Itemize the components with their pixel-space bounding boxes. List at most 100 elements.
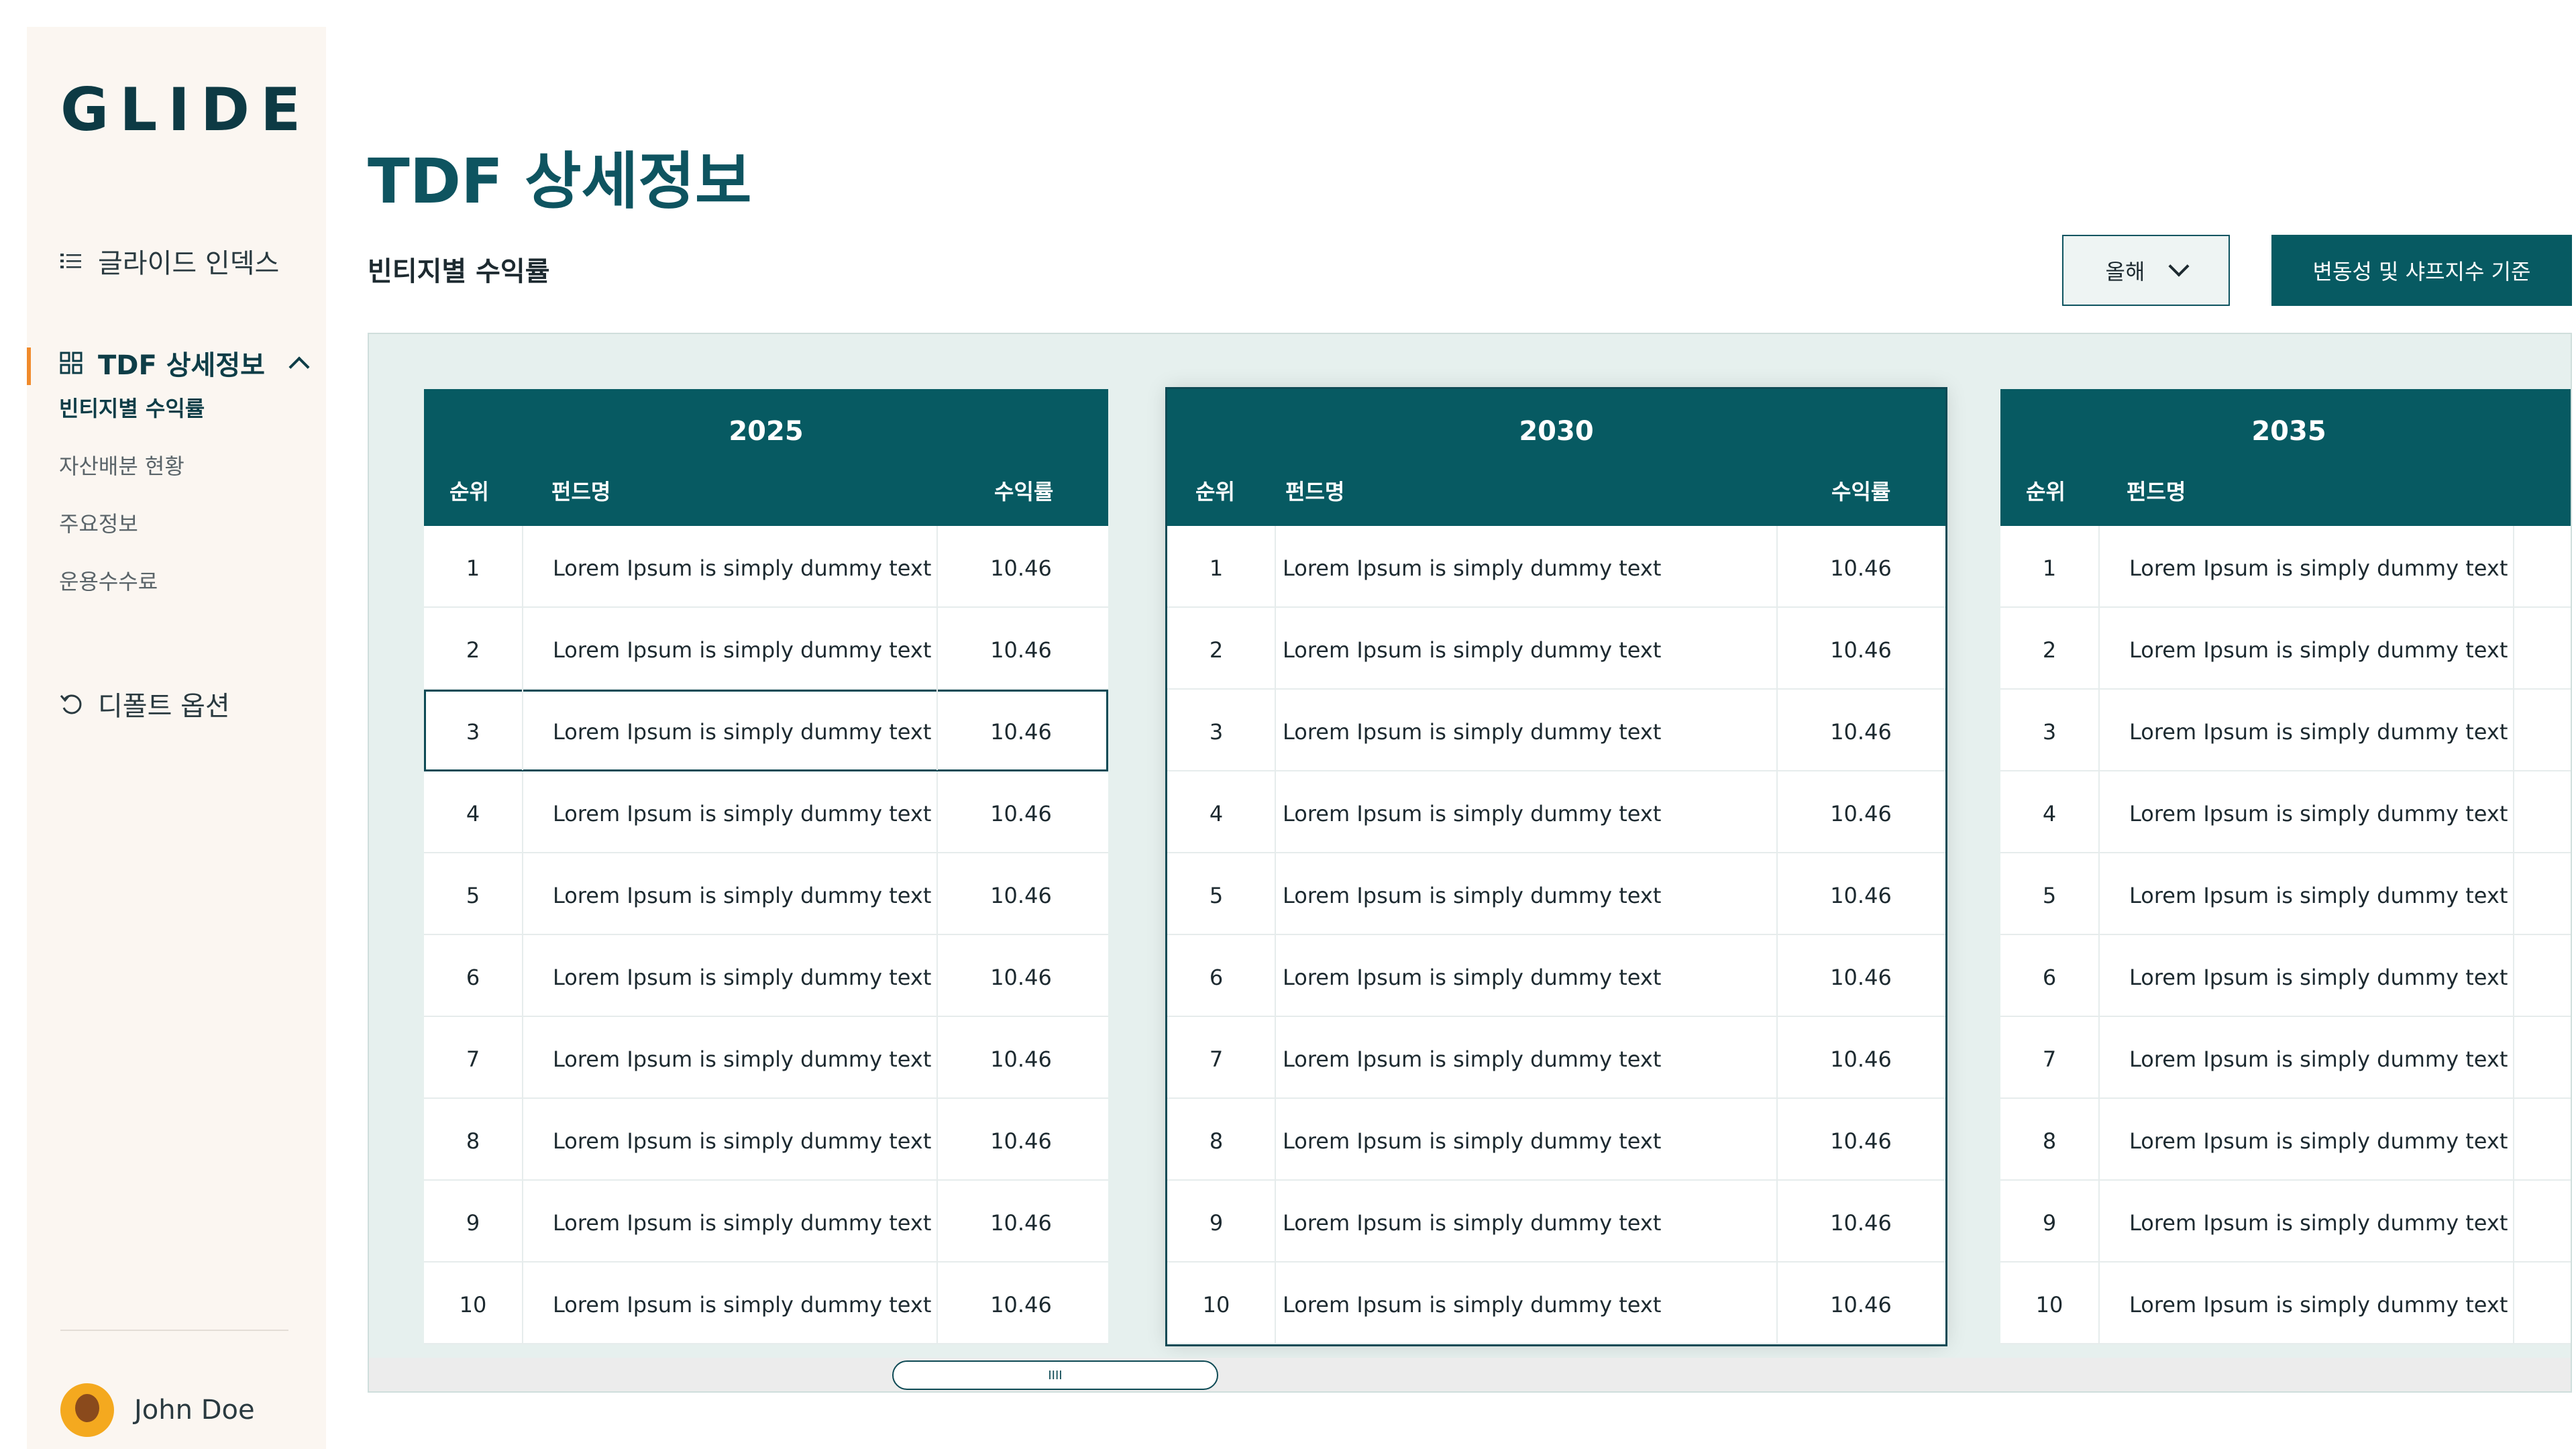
fund-name-cell[interactable]: Lorem Ipsum is simply dummy text — [1283, 965, 1661, 990]
fund-name-cell[interactable]: Lorem Ipsum is simply dummy text — [2129, 637, 2508, 663]
fund-name-cell[interactable]: Lorem Ipsum is simply dummy text — [553, 1210, 931, 1236]
fund-name-cell[interactable]: Lorem Ipsum is simply dummy text — [553, 555, 931, 581]
nav-item-tdf-detail[interactable]: TDF 상세정보 — [59, 343, 310, 382]
return-cell: 10.46 — [1830, 965, 1892, 990]
fund-name-cell[interactable]: Lorem Ipsum is simply dummy text — [553, 1128, 931, 1154]
logo[interactable]: GLIDE — [60, 75, 311, 144]
rank-cell: 10 — [2035, 1292, 2063, 1318]
fund-name-cell[interactable]: Lorem Ipsum is simply dummy text — [1283, 1128, 1661, 1154]
table-row[interactable]: 8 Lorem Ipsum is simply dummy text — [2000, 1099, 2571, 1181]
fund-name-cell[interactable]: Lorem Ipsum is simply dummy text — [553, 637, 931, 663]
fund-name-cell[interactable]: Lorem Ipsum is simply dummy text — [2129, 965, 2508, 990]
volatility-sharpe-button[interactable]: 변동성 및 샤프지수 기준 — [2271, 235, 2572, 306]
table-row[interactable]: 9 Lorem Ipsum is simply dummy text 10.46 — [424, 1181, 1108, 1263]
fund-name-cell[interactable]: Lorem Ipsum is simply dummy text — [553, 965, 931, 990]
table-row[interactable]: 7 Lorem Ipsum is simply dummy text — [2000, 1017, 2571, 1099]
table-row[interactable]: 5 Lorem Ipsum is simply dummy text 10.46 — [1167, 853, 1945, 935]
table-row[interactable]: 2 Lorem Ipsum is simply dummy text — [2000, 608, 2571, 690]
fund-name-cell[interactable]: Lorem Ipsum is simply dummy text — [2129, 719, 2508, 745]
column-divider — [522, 526, 523, 606]
col-fund[interactable]: 펀드명 — [2127, 475, 2186, 506]
table-row[interactable]: 9 Lorem Ipsum is simply dummy text 10.46 — [1167, 1181, 1945, 1263]
column-divider — [522, 1017, 523, 1097]
fund-name-cell[interactable]: Lorem Ipsum is simply dummy text — [553, 1292, 931, 1318]
fund-name-cell[interactable]: Lorem Ipsum is simply dummy text — [553, 801, 931, 826]
nav-item-default-options[interactable]: 디폴트 옵션 — [59, 684, 230, 723]
fund-name-cell[interactable]: Lorem Ipsum is simply dummy text — [1283, 801, 1661, 826]
fund-name-cell[interactable]: Lorem Ipsum is simply dummy text — [1283, 555, 1661, 581]
table-row[interactable]: 6 Lorem Ipsum is simply dummy text 10.46 — [1167, 935, 1945, 1017]
fund-name-cell[interactable]: Lorem Ipsum is simply dummy text — [1283, 1292, 1661, 1318]
table-row[interactable]: 1 Lorem Ipsum is simply dummy text — [2000, 526, 2571, 608]
table-row[interactable]: 10 Lorem Ipsum is simply dummy text 10.46 — [424, 1263, 1108, 1344]
col-rank[interactable]: 순위 — [1195, 475, 1235, 506]
fund-name-cell[interactable]: Lorem Ipsum is simply dummy text — [553, 883, 931, 908]
table-row[interactable]: 8 Lorem Ipsum is simply dummy text 10.46 — [424, 1099, 1108, 1181]
table-row[interactable]: 5 Lorem Ipsum is simply dummy text 10.46 — [424, 853, 1108, 935]
rank-cell: 1 — [2042, 555, 2057, 581]
rank-cell: 8 — [1209, 1128, 1224, 1154]
table-row[interactable]: 2 Lorem Ipsum is simply dummy text 10.46 — [1167, 608, 1945, 690]
col-return[interactable]: 수익률 — [994, 475, 1053, 506]
return-cell: 10.46 — [990, 637, 1052, 663]
table-header: 2035 순위 펀드명 — [2000, 389, 2571, 526]
table-row[interactable]: 4 Lorem Ipsum is simply dummy text — [2000, 771, 2571, 853]
fund-name-cell[interactable]: Lorem Ipsum is simply dummy text — [2129, 1128, 2508, 1154]
fund-name-cell[interactable]: Lorem Ipsum is simply dummy text — [2129, 801, 2508, 826]
return-cell: 10.46 — [1830, 1128, 1892, 1154]
fund-name-cell[interactable]: Lorem Ipsum is simply dummy text — [2129, 1210, 2508, 1236]
chevron-up-icon[interactable] — [288, 356, 310, 378]
fund-name-cell[interactable]: Lorem Ipsum is simply dummy text — [1283, 637, 1661, 663]
period-dropdown[interactable]: 올해 — [2062, 235, 2230, 306]
table-row[interactable]: 5 Lorem Ipsum is simply dummy text — [2000, 853, 2571, 935]
fund-name-cell[interactable]: Lorem Ipsum is simply dummy text — [2129, 555, 2508, 581]
sub-item-fees[interactable]: 운용수수료 — [59, 565, 158, 596]
fund-name-cell[interactable]: Lorem Ipsum is simply dummy text — [1283, 1210, 1661, 1236]
column-divider — [2513, 526, 2514, 606]
divider — [60, 1330, 288, 1331]
fund-name-cell[interactable]: Lorem Ipsum is simply dummy text — [1283, 883, 1661, 908]
table-row[interactable]: 6 Lorem Ipsum is simply dummy text 10.46 — [424, 935, 1108, 1017]
col-fund[interactable]: 펀드명 — [1285, 475, 1344, 506]
fund-name-cell[interactable]: Lorem Ipsum is simply dummy text — [1283, 719, 1661, 745]
col-rank[interactable]: 순위 — [2026, 475, 2065, 506]
table-row[interactable]: 1 Lorem Ipsum is simply dummy text 10.46 — [1167, 526, 1945, 608]
table-row[interactable]: 3 Lorem Ipsum is simply dummy text 10.46 — [424, 690, 1108, 771]
table-row[interactable]: 10 Lorem Ipsum is simply dummy text 10.46 — [1167, 1263, 1945, 1344]
table-row[interactable]: 6 Lorem Ipsum is simply dummy text — [2000, 935, 2571, 1017]
table-row[interactable]: 8 Lorem Ipsum is simply dummy text 10.46 — [1167, 1099, 1945, 1181]
table-row[interactable]: 9 Lorem Ipsum is simply dummy text — [2000, 1181, 2571, 1263]
table-row[interactable]: 3 Lorem Ipsum is simply dummy text — [2000, 690, 2571, 771]
horizontal-scrollbar[interactable]: IIII — [369, 1358, 2571, 1391]
fund-name-cell[interactable]: Lorem Ipsum is simply dummy text — [1283, 1046, 1661, 1072]
sub-item-key-info[interactable]: 주요정보 — [59, 507, 138, 538]
vintage-table-2025: 2025 순위 펀드명 수익률 1 Lorem Ipsum is simply d… — [424, 389, 1108, 1344]
fund-name-cell[interactable]: Lorem Ipsum is simply dummy text — [553, 719, 931, 745]
fund-name-cell[interactable]: Lorem Ipsum is simply dummy text — [2129, 883, 2508, 908]
rank-cell: 3 — [466, 719, 480, 745]
table-row[interactable]: 4 Lorem Ipsum is simply dummy text 10.46 — [424, 771, 1108, 853]
table-row[interactable]: 4 Lorem Ipsum is simply dummy text 10.46 — [1167, 771, 1945, 853]
fund-name-cell[interactable]: Lorem Ipsum is simply dummy text — [553, 1046, 931, 1072]
col-return[interactable]: 수익률 — [1831, 475, 1890, 506]
table-row[interactable]: 2 Lorem Ipsum is simply dummy text 10.46 — [424, 608, 1108, 690]
user-profile[interactable]: John Doe — [60, 1383, 255, 1437]
vintage-table-2030: 2030 순위 펀드명 수익률 1 Lorem Ipsum is simply d… — [1167, 389, 1945, 1344]
scrollbar-thumb[interactable]: IIII — [892, 1360, 1218, 1390]
column-divider — [2098, 853, 2100, 934]
nav-item-glide-index[interactable]: 글라이드 인덱스 — [59, 241, 279, 280]
rank-cell: 6 — [1209, 965, 1224, 990]
table-row[interactable]: 7 Lorem Ipsum is simply dummy text 10.46 — [1167, 1017, 1945, 1099]
fund-name-cell[interactable]: Lorem Ipsum is simply dummy text — [2129, 1292, 2508, 1318]
table-row[interactable]: 10 Lorem Ipsum is simply dummy text — [2000, 1263, 2571, 1344]
col-fund[interactable]: 펀드명 — [551, 475, 610, 506]
sub-item-asset-allocation[interactable]: 자산배분 현황 — [59, 449, 184, 480]
return-cell: 10.46 — [1830, 1292, 1892, 1318]
col-rank[interactable]: 순위 — [449, 475, 489, 506]
table-row[interactable]: 1 Lorem Ipsum is simply dummy text 10.46 — [424, 526, 1108, 608]
fund-name-cell[interactable]: Lorem Ipsum is simply dummy text — [2129, 1046, 2508, 1072]
table-row[interactable]: 7 Lorem Ipsum is simply dummy text 10.46 — [424, 1017, 1108, 1099]
table-row[interactable]: 3 Lorem Ipsum is simply dummy text 10.46 — [1167, 690, 1945, 771]
column-divider — [2513, 771, 2514, 852]
sub-item-vintage-returns[interactable]: 빈티지별 수익률 — [59, 392, 205, 423]
